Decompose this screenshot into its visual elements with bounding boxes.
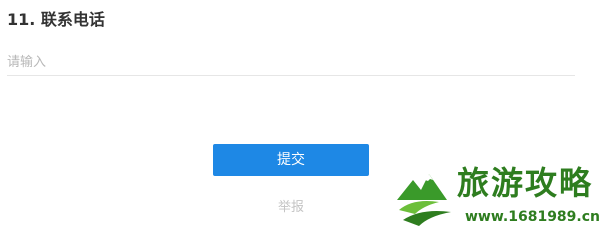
- watermark-title: 旅游攻略: [457, 164, 594, 202]
- phone-input[interactable]: [7, 49, 575, 76]
- watermark: 旅游攻略 www.1681989.cn: [395, 160, 600, 237]
- report-link[interactable]: 举报: [266, 199, 316, 217]
- watermark-url: www.1681989.cn: [465, 209, 600, 225]
- submit-button[interactable]: 提交: [213, 144, 369, 176]
- mountain-logo-icon: [397, 174, 451, 226]
- question-title: 11. 联系电话: [7, 10, 105, 29]
